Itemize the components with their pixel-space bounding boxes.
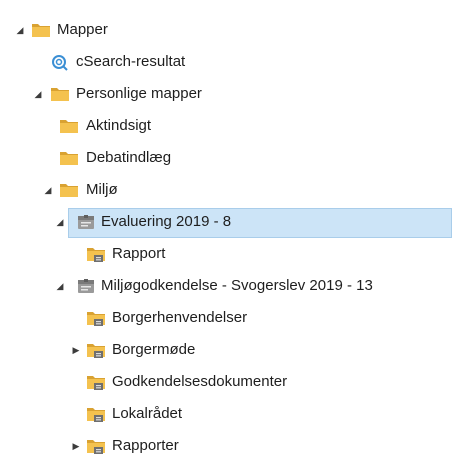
shared-folder-icon	[87, 408, 105, 422]
tree-node-evaluering-2019-8[interactable]: ◢ Evaluering 2019 - 8	[0, 207, 452, 238]
tree-node-miljogodkendelse[interactable]: ◢ Miljøgodkendelse - Svogerslev 2019 - 1…	[0, 271, 452, 301]
tree-node-label: Rapporter	[112, 437, 179, 454]
tree-node-miljo[interactable]: ◢ Miljø	[0, 175, 452, 205]
collapse-arrow-icon[interactable]: ▶	[70, 335, 82, 365]
tree-node-aktindsigt[interactable]: Aktindsigt	[0, 111, 452, 141]
tree-node-label: Rapport	[112, 245, 166, 262]
tree-node-label: Evaluering 2019 - 8	[101, 213, 232, 230]
tree-node-label: Miljø	[86, 181, 118, 198]
shared-folder-icon	[87, 344, 105, 358]
search-results-icon	[52, 55, 68, 71]
tree-node-label: cSearch-resultat	[76, 53, 186, 70]
tree-node-mapper[interactable]: ◢ Mapper	[0, 15, 452, 45]
tree-node-label: Borgerhenvendelser	[112, 309, 248, 326]
folder-icon	[60, 184, 78, 197]
tree-node-lokalradet[interactable]: Lokalrådet	[0, 399, 452, 429]
tree-node-label: Godkendelsesdokumenter	[112, 373, 288, 390]
tree-node-label: Miljøgodkendelse - Svogerslev 2019 - 13	[101, 277, 373, 294]
shared-folder-icon	[87, 440, 105, 454]
tree-node-label: Lokalrådet	[112, 405, 183, 422]
folder-icon	[60, 152, 78, 165]
tree-node-personlige-mapper[interactable]: ◢ Personlige mapper	[0, 79, 452, 109]
tree-node-label: Borgermøde	[112, 341, 196, 358]
expand-arrow-icon[interactable]: ◢	[32, 79, 44, 109]
tree-node-godkendelsesdokumenter[interactable]: Godkendelsesdokumenter	[0, 367, 452, 397]
tree-node-csearch-resultat[interactable]: cSearch-resultat	[0, 47, 452, 77]
folder-tree: ◢ Mapper cSearch-resultat ◢ Personlige m…	[0, 0, 452, 470]
folder-icon	[60, 120, 78, 133]
folder-icon	[51, 88, 69, 101]
tree-node-label: Personlige mapper	[76, 85, 202, 102]
tree-node-label: Debatindlæg	[86, 149, 172, 166]
tree-node-label: Aktindsigt	[86, 117, 152, 134]
case-file-icon	[78, 215, 94, 229]
tree-node-borgerhenvendelser[interactable]: Borgerhenvendelser	[0, 303, 452, 333]
expand-arrow-icon[interactable]: ◢	[54, 271, 66, 301]
tree-node-borgermode[interactable]: ▶ Borgermøde	[0, 335, 452, 365]
shared-folder-icon	[87, 312, 105, 326]
tree-node-label: Mapper	[57, 21, 108, 38]
expand-arrow-icon[interactable]: ◢	[42, 175, 54, 205]
collapse-arrow-icon[interactable]: ▶	[70, 431, 82, 461]
tree-node-rapport[interactable]: Rapport	[0, 239, 452, 269]
tree-node-debatindlaeg[interactable]: Debatindlæg	[0, 143, 452, 173]
tree-node-rapporter[interactable]: ▶ Rapporter	[0, 431, 452, 461]
case-file-icon	[78, 279, 94, 293]
folder-icon	[32, 24, 50, 37]
shared-folder-icon	[87, 248, 105, 262]
expand-arrow-icon[interactable]: ◢	[54, 207, 66, 237]
expand-arrow-icon[interactable]: ◢	[14, 15, 26, 45]
shared-folder-icon	[87, 376, 105, 390]
